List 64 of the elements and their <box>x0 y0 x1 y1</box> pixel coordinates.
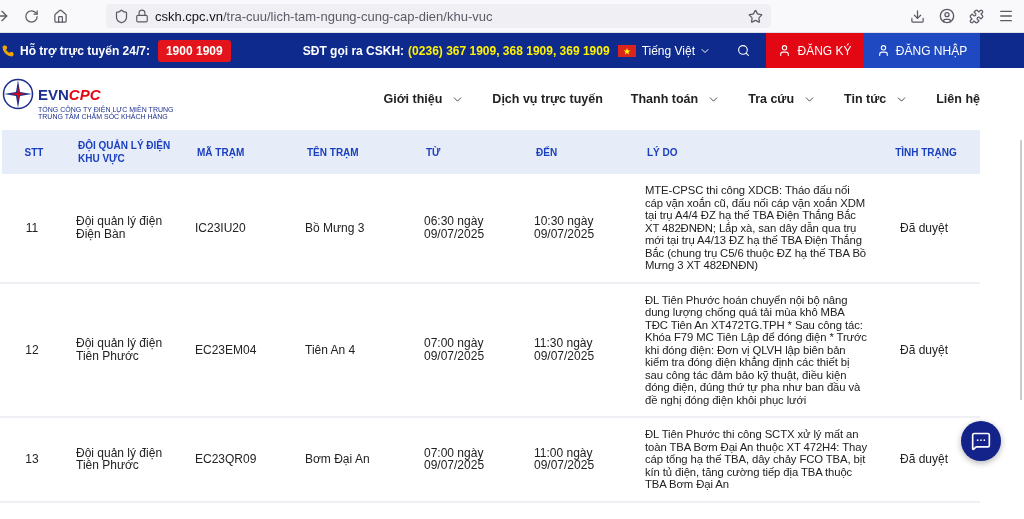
support-label: Hỗ trợ trực tuyến 24/7: <box>20 43 150 58</box>
column-header: LÝ DO <box>646 145 679 159</box>
menu-icon[interactable] <box>998 8 1014 24</box>
address-bar[interactable]: cskh.cpc.vn/tra-cuu/lich-tam-ngung-cung-cap-dien/khu-vuc <box>106 4 771 28</box>
column-header: TỪ <box>425 145 442 159</box>
call-numbers: (0236) 367 1909, 368 1909, 369 1909 <box>408 43 610 58</box>
column-header: STT <box>23 145 45 159</box>
home-icon[interactable] <box>53 8 68 24</box>
account-icon[interactable] <box>939 8 955 24</box>
download-icon[interactable] <box>910 8 925 24</box>
brand-name: EVNCPC <box>38 85 101 103</box>
column-header: MÃ TRẠM <box>196 145 246 159</box>
login-button[interactable]: ĐĂNG NHẬP <box>864 33 980 68</box>
table-cell-text: ĐL Tiên Phước thi công SCTX xử lý mất an toàn TBA Bơm Đại An thuộc XT 472H4: Thay cáp tổng hạ thế TBA, dây chảy FCO TBA, bịt kín tủ điện, tăng cường tiếp địa TBA thuộc TBA Bơm Đại An <box>644 428 868 491</box>
column-header: ĐỘI QUẢN LÝ ĐIỆN KHU VỰC <box>77 139 172 165</box>
table-cell-text: 06:30 ngày 09/07/2025 <box>423 215 486 241</box>
nav-link[interactable]: Liên hệ <box>936 92 980 106</box>
table-cell-text: Đội quản lý điện Tiên Phước <box>75 337 164 363</box>
table-cell-text: EC23QR09 <box>194 453 258 466</box>
table-cell-text: EC23EM04 <box>194 343 258 356</box>
phone-icon <box>2 44 14 57</box>
hotline-badge[interactable]: 1900 1909 <box>157 39 231 62</box>
table-cell-text: ĐL Tiên Phước hoán chuyển nội bộ nâng dung lượng chống quá tải mùa khô MBA TĐC Tiên An XT472TG.TPH * Sau công tác: Khóa F79 MC Tiên Lập để đóng điện * Trước khi đóng điện: Đơn vị QLVH lập biên bản kiểm tra đóng điện khẳng định các thiết bị sau công tác đảm bảo kỹ thuật, điều kiện đóng điện, đúng thứ tự pha như ban đầu và đề nghị đóng điện khôi phục lưới <box>644 293 868 406</box>
call-label: SĐT gọi ra CSKH: <box>302 43 405 58</box>
extensions-icon[interactable] <box>969 8 984 24</box>
table-cell-text: 13 <box>24 453 40 466</box>
table-cell-text: 07:00 ngày 09/07/2025 <box>423 337 486 363</box>
table-cell-text: Bồ Mưng 3 <box>304 221 366 234</box>
language-select[interactable]: Tiếng Việt <box>641 43 711 58</box>
reload-icon[interactable] <box>24 8 39 24</box>
nav-link[interactable]: Dịch vụ trực tuyến <box>492 92 603 106</box>
table-cell-text: MTE-CPSC thi công XDCB: Tháo đấu nối cáp vặn xoắn cũ, đấu nối cáp vặn xoắn XDM tại trụ A4/4 ĐZ hạ thế TBA Điện Thắng Bắc XT 482ĐNĐN; Lắp xà, san dây dẫn qua trụ mới tại trụ A4/13 ĐZ hạ thế TBA Điện Thắng Bắc (chung trụ C5/6 thuộc ĐZ hạ thế TBA Bồ Mưng 3 XT 482ĐNĐN) <box>644 184 868 272</box>
nav-link[interactable]: Thanh toán <box>630 92 721 106</box>
table-cell-text: Đã duyệt <box>899 221 949 234</box>
table-cell-text: Bơm Đại An <box>304 453 371 466</box>
table-cell-text: IC23IU20 <box>194 221 247 234</box>
nav-link[interactable]: Giới thiệu <box>383 92 465 106</box>
table-cell-text: Đội quản lý điện Tiên Phước <box>75 446 164 472</box>
nav-link[interactable]: Tra cứu <box>748 92 817 106</box>
table-cell-text: 11 <box>24 221 40 234</box>
flag-icon <box>617 44 636 57</box>
column-header: ĐẾN <box>535 145 559 159</box>
table-cell-text: 12 <box>24 343 40 356</box>
logo-icon <box>2 78 34 110</box>
table-cell-text: 11:00 ngày 09/07/2025 <box>533 446 596 472</box>
table-cell-text: 10:30 ngày 09/07/2025 <box>533 215 596 241</box>
chat-icon <box>971 431 991 451</box>
table-cell-text: Tiên An 4 <box>304 343 357 356</box>
search-icon[interactable] <box>737 44 750 57</box>
table-cell-text: Đã duyệt <box>899 453 949 466</box>
table-cell-text: Đội quản lý điện Điện Bàn <box>75 215 164 241</box>
user-icon <box>778 44 792 57</box>
register-button[interactable]: ĐĂNG KÝ <box>766 33 864 68</box>
nav-link[interactable]: Tin tức <box>844 92 909 106</box>
column-header: TÊN TRẠM <box>306 145 360 159</box>
table-cell-text: 07:00 ngày 09/07/2025 <box>423 446 486 472</box>
column-header: TÌNH TRẠNG <box>894 145 958 159</box>
bookmark-star-icon[interactable] <box>748 8 763 24</box>
lock-icon <box>135 9 149 23</box>
table-cell-text: Đã duyệt <box>899 343 949 356</box>
shield-icon[interactable] <box>114 8 129 24</box>
user-icon <box>876 44 890 57</box>
table-cell-text: 11:30 ngày 09/07/2025 <box>533 337 596 363</box>
chat-button[interactable] <box>961 421 1001 461</box>
